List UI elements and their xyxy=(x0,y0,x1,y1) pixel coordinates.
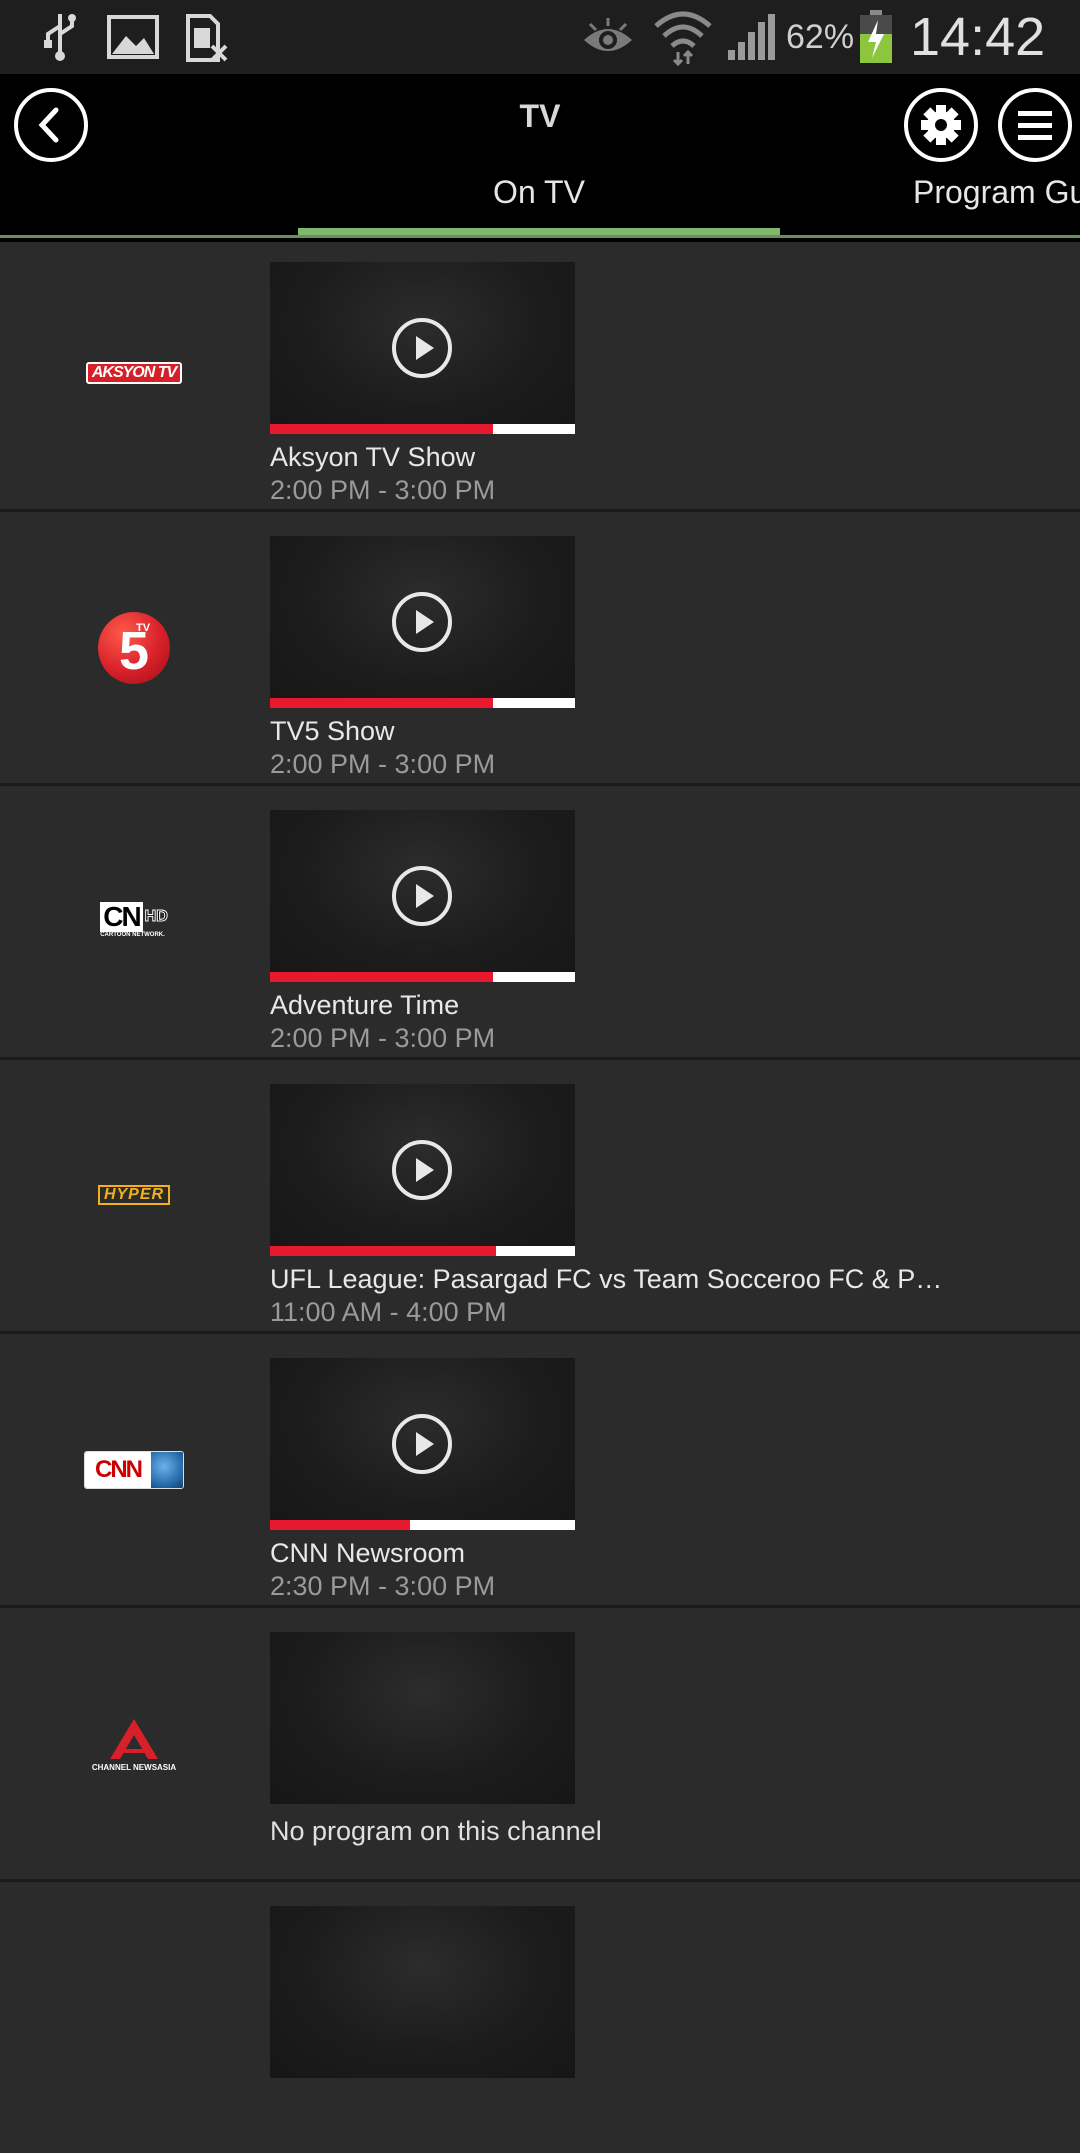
program-progress-fill xyxy=(270,424,493,434)
battery-percent: 62% xyxy=(786,17,855,56)
tv5-logo[interactable]: 5 TV xyxy=(84,612,184,684)
program-title: UFL League: Pasargad FC vs Team Socceroo… xyxy=(270,1264,943,1294)
program-title: CNN Newsroom xyxy=(270,1538,466,1568)
channel-row[interactable] xyxy=(0,1882,1080,2153)
battery-charging-icon xyxy=(860,10,892,63)
program-progress-bar xyxy=(270,424,575,434)
program-progress-fill xyxy=(270,972,493,982)
gallery-icon xyxy=(107,15,159,59)
play-icon[interactable] xyxy=(392,866,452,926)
play-icon[interactable] xyxy=(392,318,452,378)
tab-on-tv[interactable]: On TV xyxy=(298,174,780,211)
status-bar: 62% 14:42 xyxy=(0,0,1080,74)
cn-logo-hd: HD xyxy=(144,908,168,926)
program-thumbnail[interactable] xyxy=(270,1906,575,2078)
program-progress-fill xyxy=(270,1520,411,1530)
program-title: TV5 Show xyxy=(270,716,395,746)
channel-row[interactable]: CN HD CARTOON NETWORK. Adventure Time 2:… xyxy=(0,786,1080,1060)
aksyon-tv-logo[interactable]: AKSYON TV xyxy=(84,362,184,384)
program-thumbnail[interactable] xyxy=(270,1084,575,1256)
program-thumbnail[interactable] xyxy=(270,262,575,434)
cn-logo-letters: CN xyxy=(100,902,143,932)
play-icon[interactable] xyxy=(392,592,452,652)
tv5-logo-sub: TV xyxy=(136,622,151,634)
channel-row[interactable]: 5 TV TV5 Show 2:00 PM - 3:00 PM xyxy=(0,512,1080,786)
aksyon-tv-logo-text: AKSYON TV xyxy=(85,362,183,384)
wifi-icon xyxy=(654,11,712,66)
program-progress-fill xyxy=(270,698,493,708)
active-tab-indicator xyxy=(298,228,780,235)
channel-newsasia-logo-text: CHANNEL NEWSASIA xyxy=(91,1762,177,1772)
menu-button[interactable] xyxy=(998,88,1072,162)
clock: 14:42 xyxy=(910,7,1046,67)
channel-newsasia-logo[interactable]: CHANNEL NEWSASIA xyxy=(84,1712,184,1776)
program-progress-fill xyxy=(270,1246,496,1256)
globe-icon xyxy=(151,1452,183,1488)
cnn-logo[interactable]: CNN xyxy=(84,1451,184,1489)
eye-icon xyxy=(584,18,632,51)
channel-row[interactable]: HYPER UFL League: Pasargad FC vs Team So… xyxy=(0,1060,1080,1334)
program-time: 11:00 AM - 4:00 PM xyxy=(270,1297,507,1327)
program-title: Aksyon TV Show xyxy=(270,442,476,472)
hyper-logo[interactable]: HYPER xyxy=(84,1184,184,1206)
program-progress-bar xyxy=(270,972,575,982)
signal-icon xyxy=(728,14,775,60)
program-progress-bar xyxy=(270,698,575,708)
program-thumbnail xyxy=(270,1632,575,1804)
play-icon[interactable] xyxy=(392,1414,452,1474)
cnn-logo-text: CNN xyxy=(85,1452,151,1488)
program-thumbnail[interactable] xyxy=(270,536,575,708)
channel-newsasia-logo-mark xyxy=(110,1718,158,1759)
program-title: Adventure Time xyxy=(270,990,460,1020)
program-progress-bar xyxy=(270,1246,575,1256)
channel-list: AKSYON TV Aksyon TV Show 2:00 PM - 3:00 … xyxy=(0,238,1080,2153)
no-sim-icon xyxy=(186,14,228,62)
program-time: 2:00 PM - 3:00 PM xyxy=(270,749,496,779)
gear-icon xyxy=(921,105,961,145)
channel-row[interactable]: CHANNEL NEWSASIA No program on this chan… xyxy=(0,1608,1080,1882)
program-time: 2:30 PM - 3:00 PM xyxy=(270,1571,496,1601)
program-thumbnail[interactable] xyxy=(270,1358,575,1530)
program-time: 2:00 PM - 3:00 PM xyxy=(270,475,496,505)
no-program-message: No program on this channel xyxy=(270,1816,602,1846)
channel-row[interactable]: AKSYON TV Aksyon TV Show 2:00 PM - 3:00 … xyxy=(0,238,1080,512)
settings-button[interactable] xyxy=(904,88,978,162)
tab-program-guide[interactable]: Program Gu xyxy=(913,174,1080,211)
hyper-logo-text: HYPER xyxy=(97,1185,171,1205)
app-header: TV On TV Program Gu xyxy=(0,74,1080,242)
program-time: 2:00 PM - 3:00 PM xyxy=(270,1023,496,1053)
program-thumbnail[interactable] xyxy=(270,810,575,982)
play-icon[interactable] xyxy=(392,1140,452,1200)
cartoon-network-logo[interactable]: CN HD CARTOON NETWORK. xyxy=(84,898,184,942)
program-progress-bar xyxy=(270,1520,575,1530)
channel-row[interactable]: CNN CNN Newsroom 2:30 PM - 3:00 PM xyxy=(0,1334,1080,1608)
usb-icon xyxy=(44,14,76,61)
cn-logo-sub: CARTOON NETWORK. xyxy=(100,932,165,938)
menu-icon xyxy=(1018,111,1052,140)
